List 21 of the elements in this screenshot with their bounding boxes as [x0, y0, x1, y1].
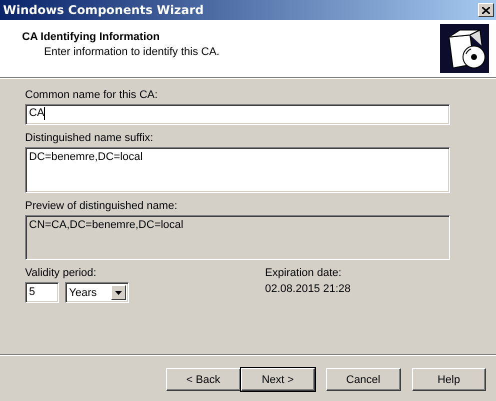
preview-box: CN=CA,DC=benemre,DC=local [25, 215, 450, 260]
close-icon [482, 6, 490, 14]
input-field[interactable]: CA [25, 104, 450, 125]
field-label: Common name for this CA: [25, 89, 159, 101]
text-area[interactable]: DC=benemre,DC=local [25, 147, 450, 193]
wizard-button[interactable]: Cancel [326, 368, 400, 391]
unit-dropdown[interactable]: Years [65, 282, 129, 303]
wizard-button[interactable]: < Back [166, 368, 240, 391]
wizard-button[interactable]: Help [412, 368, 486, 391]
expiration-date: 02.08.2015 21:28 [265, 283, 351, 295]
period-field[interactable]: 5 [25, 282, 59, 303]
expiration-label: Expiration date: [265, 267, 342, 279]
close-button[interactable] [478, 3, 494, 17]
field-label: Distinguished name suffix: [25, 132, 154, 144]
header-subtitle: Enter information to identify this CA. [43, 46, 220, 58]
field-label: Validity period: [25, 267, 98, 279]
field-label: Preview of distinguished name: [25, 200, 178, 212]
window-title: Windows Components Wizard [3, 3, 204, 17]
header-title: CA Identifying Information [22, 31, 161, 43]
dropdown-arrow-icon [115, 290, 122, 294]
wizard-button[interactable]: Next > [240, 368, 315, 391]
